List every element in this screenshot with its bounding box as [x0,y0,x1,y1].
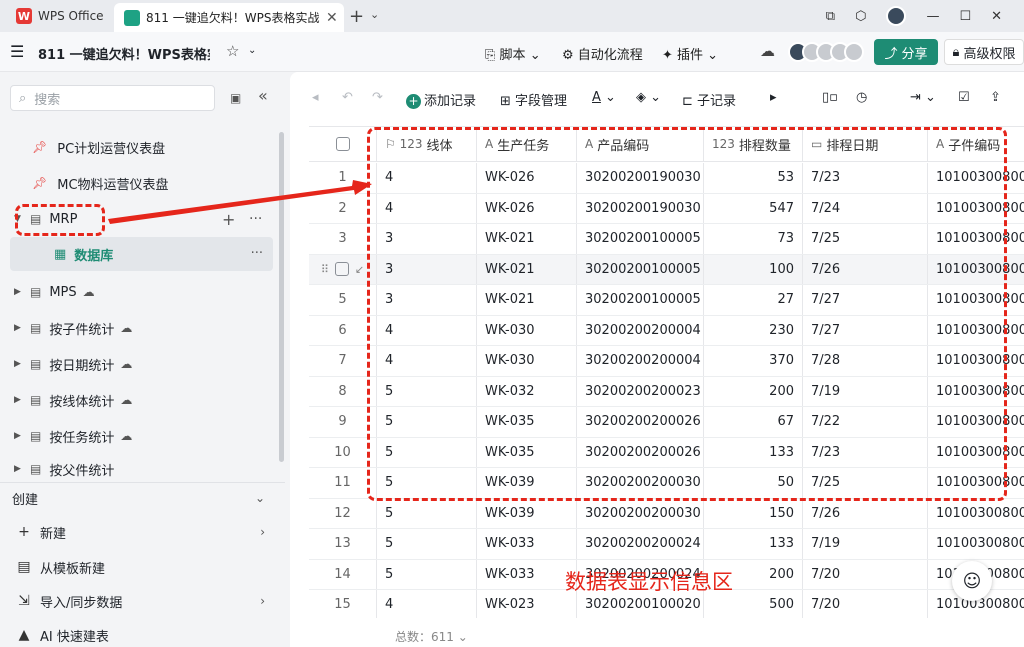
arrow-shape [108,180,372,224]
assistant-bot-icon[interactable]: ☺ [952,561,992,601]
annotation-label: 数据表显示信息区 [565,570,733,594]
annotation-arrow [108,180,372,224]
